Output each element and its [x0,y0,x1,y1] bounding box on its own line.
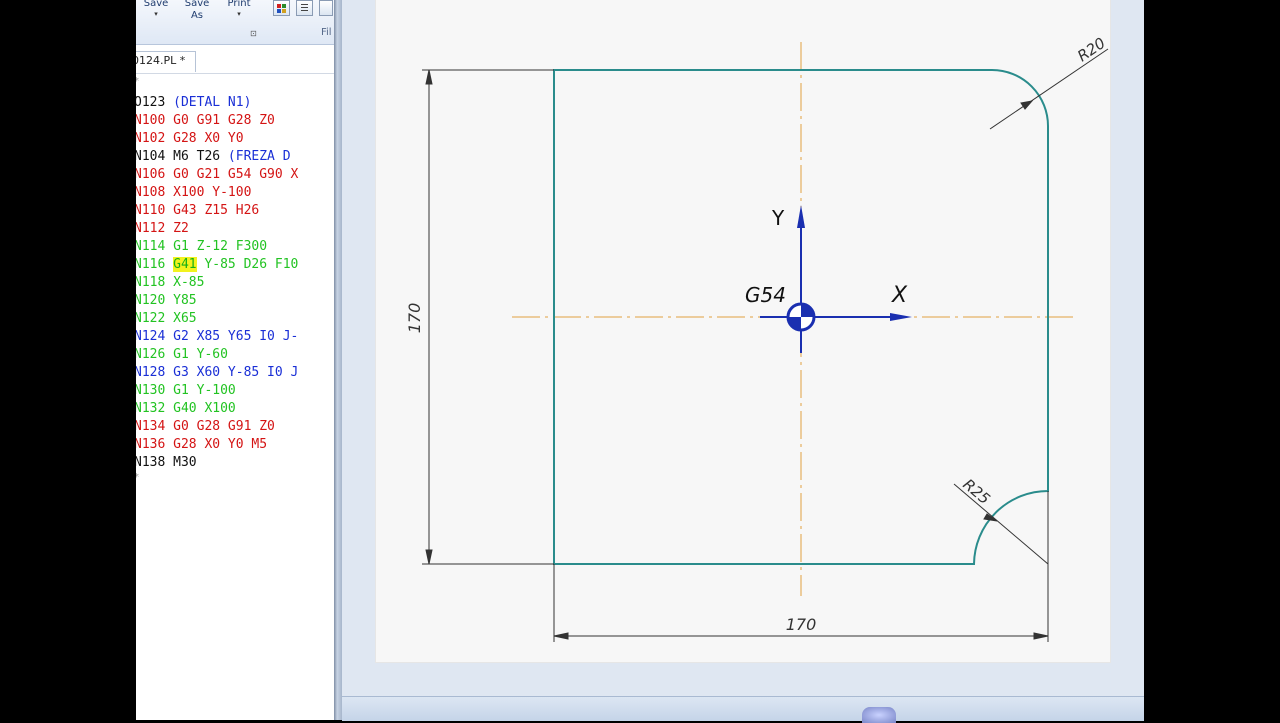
code-line[interactable]: N116 G41 Y-85 D26 F10 [136,256,298,274]
code-token: N100 G0 G91 G28 Z0 [136,113,275,128]
highlighted-token: G41 [173,257,197,272]
work-origin-icon [786,302,816,332]
code-line[interactable]: N110 G43 Z15 H26 [136,202,298,220]
code-line[interactable]: N128 G3 X60 Y-85 I0 J [136,364,298,382]
code-line[interactable]: N138 M30 [136,454,298,472]
ribbon-group-label: Fil [321,27,332,38]
code-token: N132 G40 X100 [136,401,236,416]
code-line[interactable]: N112 Z2 [136,220,298,238]
arrow-right-icon [1033,632,1049,640]
code-token: N110 G43 Z15 H26 [136,203,260,218]
code-line[interactable]: N122 X65 [136,310,298,328]
code-token: (DETAL N1) [173,95,252,110]
code-line[interactable]: N134 G0 G28 G91 Z0 [136,418,298,436]
editor-top-mark: * [136,76,139,87]
print-button[interactable]: Print ▾ [224,0,254,19]
x-axis-label: X [891,283,908,308]
code-token: N106 G0 G21 G54 G90 X [136,167,299,182]
save-as-button-label: Save As [184,0,210,21]
code-line[interactable]: N124 G2 X85 Y65 I0 J- [136,328,298,346]
arrow-left-icon [553,632,569,640]
code-token: N108 X100 Y-100 [136,185,252,200]
print-button-label: Print [227,0,251,9]
color-grid-icon[interactable] [273,0,290,16]
code-token: N134 G0 G28 G91 Z0 [136,419,275,434]
radius-r25-label: R25 [959,475,993,508]
code-token: N124 G2 X85 Y65 I0 J- [136,329,299,344]
code-token: N116 [136,257,174,272]
tab-file[interactable]: 0124.PL * [136,51,197,72]
code-token: O123 [136,95,174,110]
y-axis-arrow-icon [797,205,805,228]
code-token: (FREZA D [227,149,291,164]
save-button-label: Save [143,0,169,9]
arrow-up-icon [425,69,433,85]
code-line[interactable]: N108 X100 Y-100 [136,184,298,202]
tab-file-label: 0124.PL * [136,54,186,67]
editor-bottom-mark: * [136,472,139,483]
save-as-button[interactable]: Save As [182,0,212,22]
arrow-down-icon [425,549,433,565]
origin-g54-label: G54 [745,283,786,307]
code-line[interactable]: N126 G1 Y-60 [136,346,298,364]
width-dimension-label: 170 [786,615,817,634]
code-line[interactable]: O123 (DETAL N1) [136,94,298,112]
code-token: N114 G1 Z-12 F300 [136,239,268,254]
arrow-icon [1020,100,1034,110]
code-line[interactable]: N100 G0 G91 G28 Z0 [136,112,298,130]
ribbon-toolbar: Save ▾ Save As Print ▾ ⊡ Fil [136,0,336,45]
dialog-launcher-icon[interactable]: ⊡ [250,29,257,38]
code-token: N118 X-85 [136,275,205,290]
code-token: N122 X65 [136,311,197,326]
chevron-down-icon: ▾ [154,10,158,18]
code-line[interactable]: N106 G0 G21 G54 G90 X [136,166,298,184]
taskbar-button[interactable] [862,707,896,723]
code-token: N136 G28 X0 Y0 M5 [136,437,268,452]
code-line[interactable]: N104 M6 T26 (FREZA D [136,148,298,166]
code-token: N130 G1 Y-100 [136,383,236,398]
code-line[interactable]: N132 G40 X100 [136,400,298,418]
letterbox-right [1144,0,1280,720]
window-splitter[interactable] [334,0,342,720]
code-token: N138 M30 [136,455,197,470]
code-token: N104 M6 T26 [136,149,228,164]
code-token: N128 G3 X60 Y-85 I0 J [136,365,299,380]
code-line[interactable]: N118 X-85 [136,274,298,292]
save-button[interactable]: Save ▾ [141,0,171,19]
code-line[interactable]: N136 G28 X0 Y0 M5 [136,436,298,454]
code-line[interactable]: N102 G28 X0 Y0 [136,130,298,148]
code-token: N126 G1 Y-60 [136,347,228,362]
letterbox-left [0,0,136,720]
part-drawing: 170 170 R20 R25 G54 X Y [405,34,1109,642]
cad-status-bar [342,696,1144,723]
code-line[interactable]: N114 G1 Z-12 F300 [136,238,298,256]
nc-code-listing[interactable]: O123 (DETAL N1) N100 G0 G91 G28 Z0 N102 G2… [136,94,298,472]
cad-drawing-window: 170 170 R20 R25 G54 X Y [342,0,1144,723]
code-token: N112 Z2 [136,221,189,236]
chevron-down-icon: ▾ [237,10,241,18]
code-line[interactable]: N130 G1 Y-100 [136,382,298,400]
code-token: N120 Y85 [136,293,197,308]
document-tab-bar: 0124.PL * [136,45,336,74]
nc-code-editor-window: Save ▾ Save As Print ▾ ⊡ Fil 0124.PL * *… [136,0,336,720]
list-lines-icon[interactable] [296,0,313,16]
code-token: N102 G28 X0 Y0 [136,131,244,146]
code-token: Y-85 D26 F10 [196,257,299,272]
code-line[interactable]: N120 Y85 [136,292,298,310]
x-axis-arrow-icon [890,313,912,321]
height-dimension-label: 170 [405,303,424,334]
toolbar-tool-icon[interactable] [319,0,333,16]
y-axis-label: Y [771,206,785,230]
